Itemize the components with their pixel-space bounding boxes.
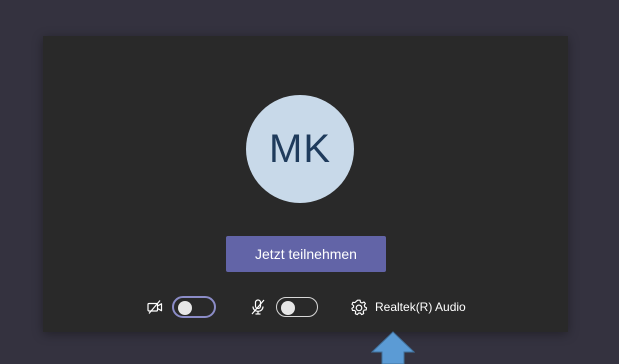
gear-icon[interactable] (350, 299, 368, 317)
blue-arrow-up-icon (371, 331, 415, 364)
audio-device-label[interactable]: Realtek(R) Audio (375, 300, 466, 314)
mic-off-icon (249, 298, 267, 316)
avatar: MK (246, 95, 354, 203)
toggle-knob (178, 301, 192, 315)
audio-toggle[interactable] (276, 297, 318, 317)
join-now-button[interactable]: Jetzt teilnehmen (226, 236, 386, 272)
avatar-initials: MK (269, 126, 331, 171)
video-toggle[interactable] (172, 296, 216, 318)
toggle-knob (281, 300, 295, 315)
video-off-icon (146, 298, 164, 316)
